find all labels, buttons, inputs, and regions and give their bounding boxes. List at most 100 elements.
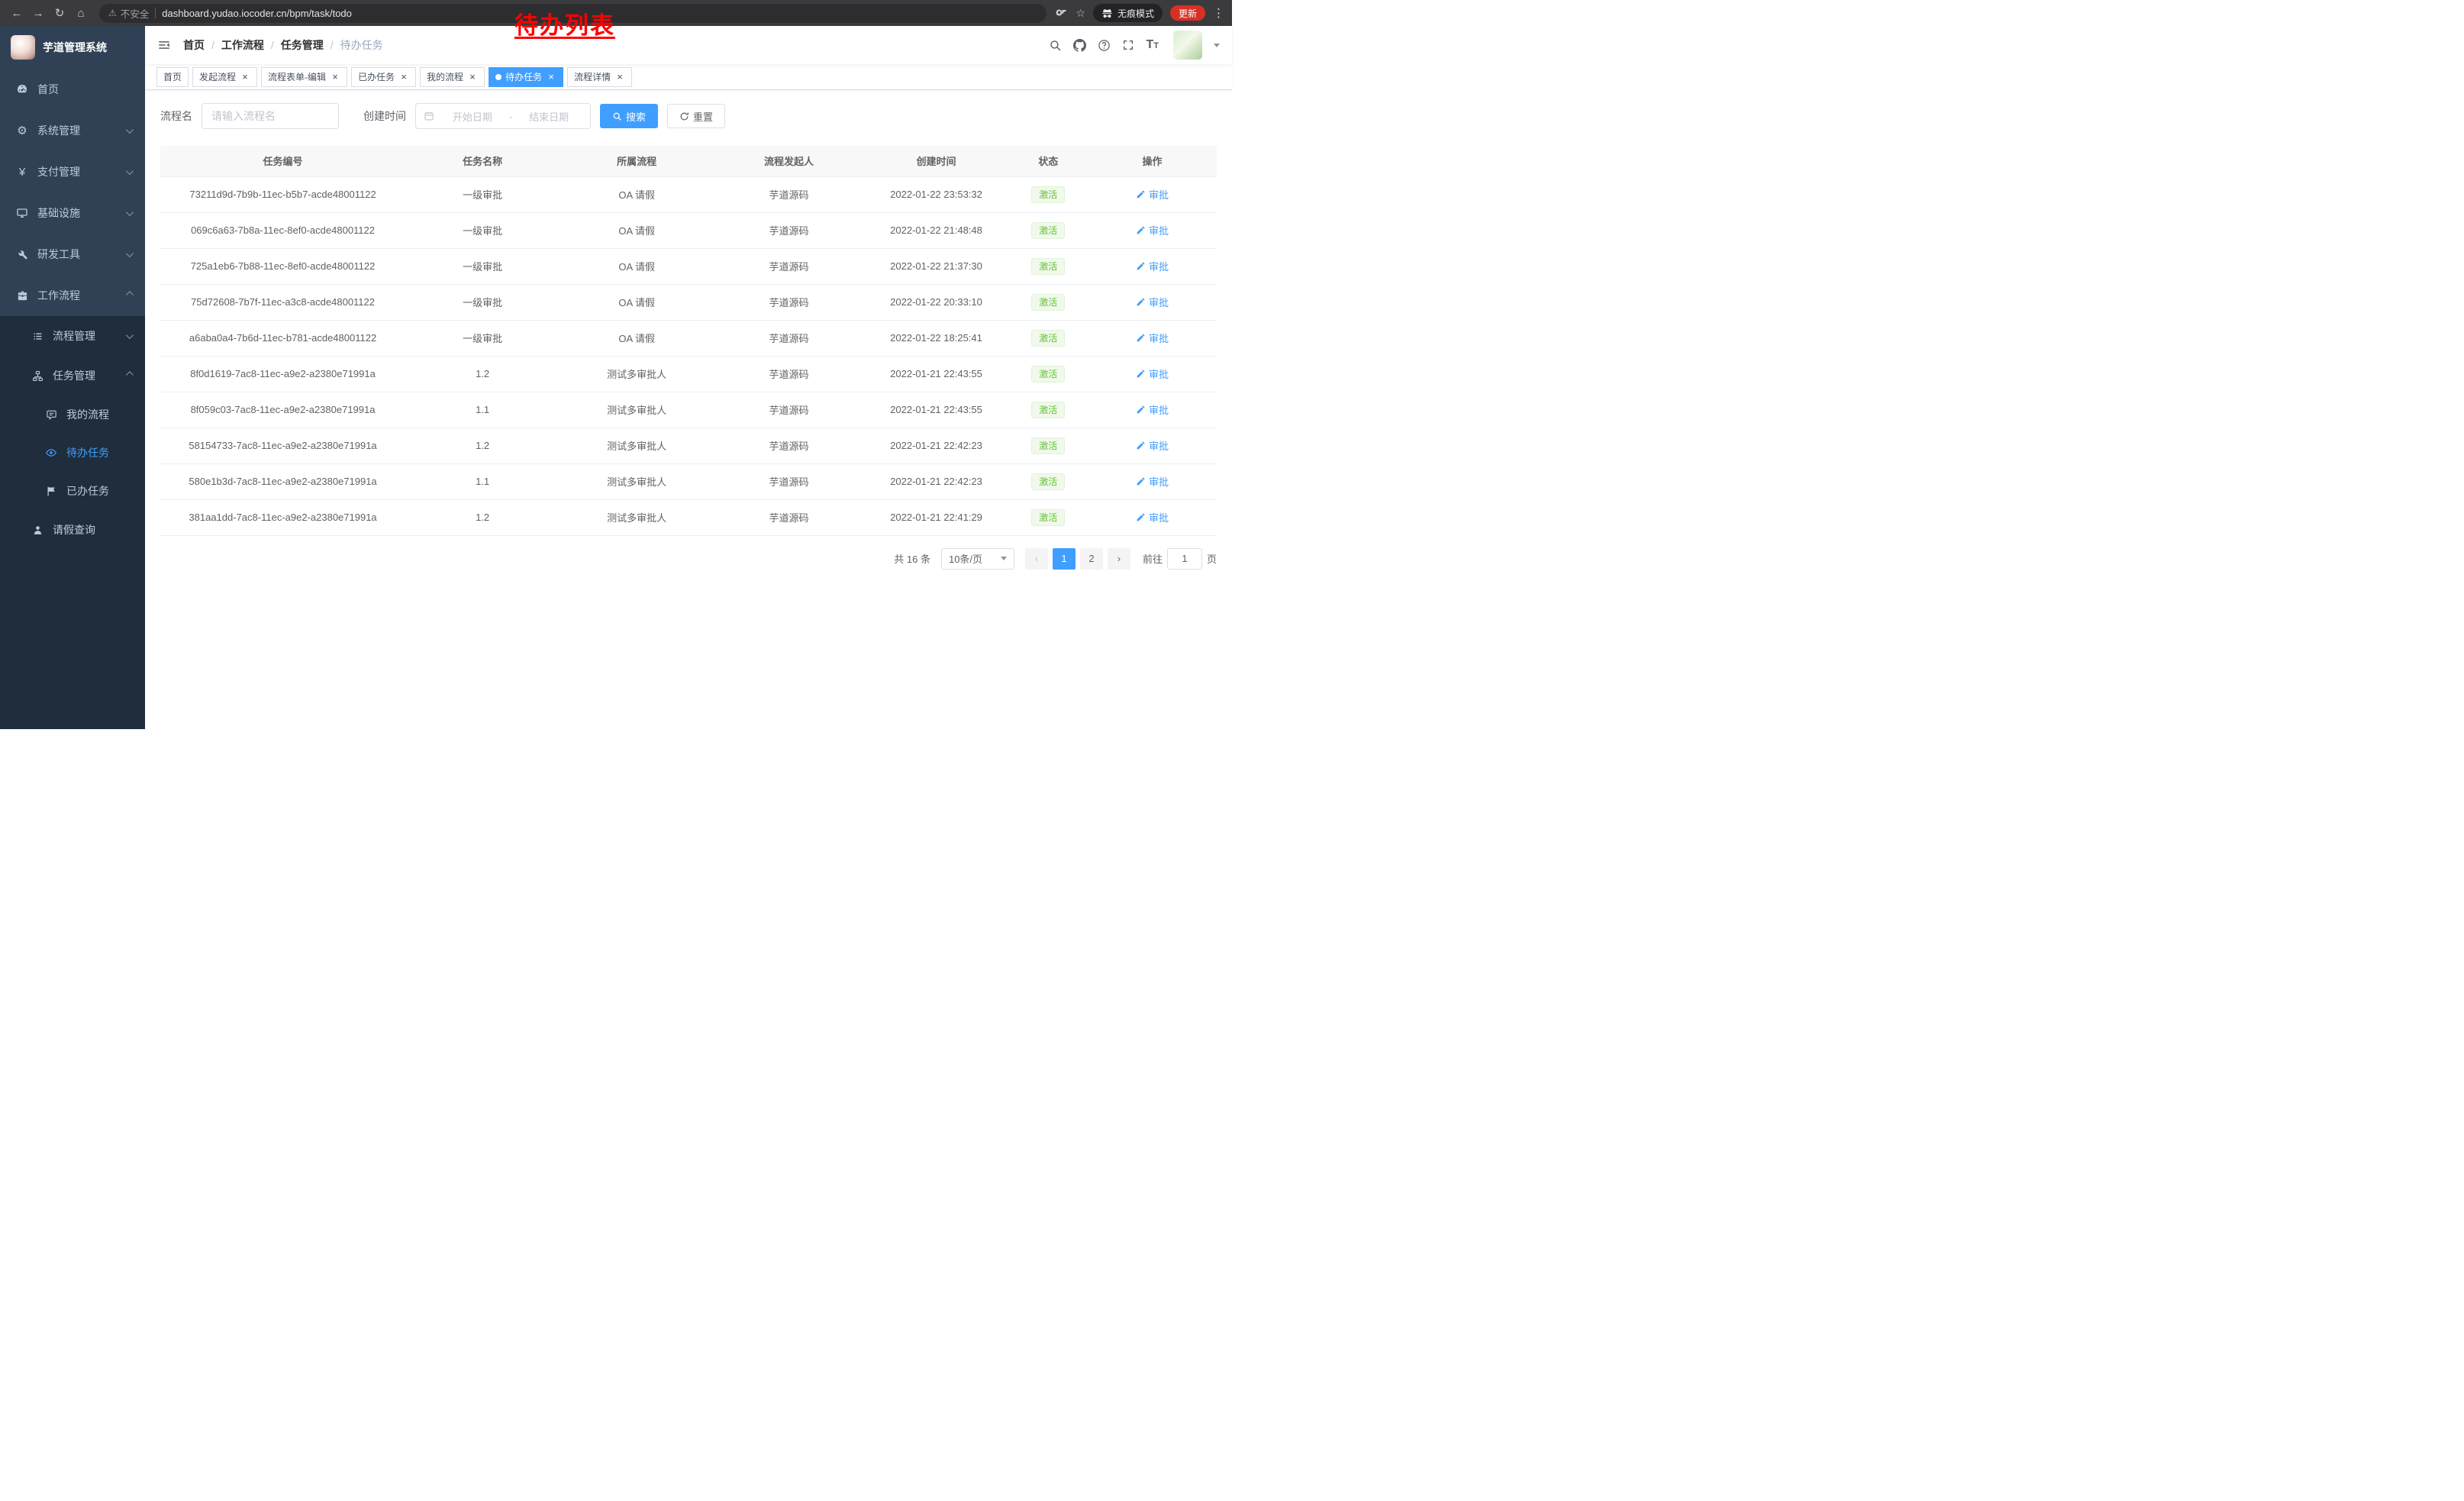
search-icon[interactable] [1049,39,1062,52]
page-size-select[interactable]: 10条/页 [941,548,1014,570]
close-icon[interactable]: × [240,72,250,82]
github-icon[interactable] [1073,39,1086,52]
tab-home[interactable]: 首页 [156,67,189,87]
forward-icon[interactable]: → [29,7,47,20]
cell-id: 580e1b3d-7ac8-11ec-a9e2-a2380e71991a [160,463,405,499]
prev-page-button[interactable]: ‹ [1025,548,1048,570]
sidebar-item-process-mgmt[interactable]: 流程管理 [0,316,145,356]
cell-action: 审批 [1088,284,1217,320]
top-navbar: 首页/工作流程/任务管理/待办任务 TT [145,26,1232,64]
column-header: 创建时间 [864,146,1009,176]
search-icon [612,111,622,121]
close-icon[interactable]: × [614,72,625,82]
goto-page-input[interactable] [1167,548,1202,570]
edit-icon [1136,297,1146,307]
approve-link[interactable]: 审批 [1136,474,1169,489]
edit-icon [1136,476,1146,486]
back-icon[interactable]: ← [8,7,26,20]
cell-created: 2022-01-21 22:43:55 [864,392,1009,428]
column-header: 任务名称 [405,146,560,176]
approve-link[interactable]: 审批 [1136,366,1169,381]
breadcrumb-item[interactable]: 工作流程 [221,37,264,53]
sidebar-item-dev-tools[interactable]: 研发工具 [0,234,145,275]
cell-created: 2022-01-21 22:43:55 [864,356,1009,392]
reset-button[interactable]: 重置 [667,104,725,128]
cell-action: 审批 [1088,320,1217,356]
home-icon[interactable]: ⌂ [72,7,90,20]
next-page-button[interactable]: › [1108,548,1130,570]
eye-icon [44,446,58,460]
approve-link[interactable]: 审批 [1136,510,1169,525]
approve-link[interactable]: 审批 [1136,259,1169,273]
close-icon[interactable]: × [546,72,556,82]
cell-process: OA 请假 [560,284,714,320]
table-row: 580e1b3d-7ac8-11ec-a9e2-a2380e71991a1.1测… [160,463,1217,499]
approve-label: 审批 [1149,295,1169,309]
sidebar-item-home[interactable]: 首页 [0,69,145,110]
cell-initiator: 芋道源码 [714,499,864,535]
user-avatar[interactable] [1173,31,1202,60]
tab-todo-tasks[interactable]: 待办任务× [489,67,563,87]
sidebar-item-my-process[interactable]: 我的流程 [0,395,145,434]
cell-name: 一级审批 [405,176,560,212]
sidebar-item-workflow[interactable]: 工作流程 [0,275,145,316]
cell-created: 2022-01-22 18:25:41 [864,320,1009,356]
cell-name: 一级审批 [405,248,560,284]
page-button-1[interactable]: 1 [1053,548,1076,570]
cell-id: 73211d9d-7b9b-11ec-b5b7-acde48001122 [160,176,405,212]
breadcrumb-item[interactable]: 首页 [183,37,205,53]
goto-label: 前往 [1143,551,1163,566]
approve-link[interactable]: 审批 [1136,331,1169,345]
collapse-sidebar-icon[interactable] [157,38,171,52]
sidebar-item-system-mgmt[interactable]: ⚙ 系统管理 [0,110,145,151]
approve-label: 审批 [1149,438,1169,453]
approve-link[interactable]: 审批 [1136,295,1169,309]
breadcrumb-separator: / [331,39,334,51]
approve-link[interactable]: 审批 [1136,438,1169,453]
cell-id: 58154733-7ac8-11ec-a9e2-a2380e71991a [160,428,405,463]
search-button[interactable]: 搜索 [600,104,658,128]
cell-id: 725a1eb6-7b88-11ec-8ef0-acde48001122 [160,248,405,284]
bookmark-star-icon[interactable]: ☆ [1076,7,1085,20]
approve-link[interactable]: 审批 [1136,187,1169,202]
page-button-2[interactable]: 2 [1080,548,1103,570]
sidebar-item-payment-mgmt[interactable]: ¥ 支付管理 [0,151,145,192]
reset-button-label: 重置 [693,109,713,124]
process-name-input[interactable] [202,103,339,129]
close-icon[interactable]: × [467,72,478,82]
sidebar-item-todo-tasks[interactable]: 待办任务 [0,434,145,472]
refresh-icon[interactable]: ↻ [50,6,69,20]
tab-my-process[interactable]: 我的流程× [420,67,485,87]
tab-process-detail[interactable]: 流程详情× [567,67,632,87]
flag-icon [44,484,58,498]
close-icon[interactable]: × [330,72,340,82]
column-header: 状态 [1008,146,1088,176]
tab-process-form-edit[interactable]: 流程表单-编辑× [261,67,347,87]
font-size-icon[interactable]: TT [1146,38,1159,52]
date-range-picker[interactable]: 开始日期 - 结束日期 [415,103,591,129]
breadcrumb-separator: / [211,39,214,51]
update-button[interactable]: 更新 [1170,5,1205,21]
table-row: 8f059c03-7ac8-11ec-a9e2-a2380e71991a1.1测… [160,392,1217,428]
table-row: 725a1eb6-7b88-11ec-8ef0-acde48001122一级审批… [160,248,1217,284]
password-key-icon[interactable] [1056,7,1068,19]
edit-icon [1136,441,1146,450]
cell-process: OA 请假 [560,248,714,284]
caret-down-icon[interactable] [1214,44,1220,47]
help-icon[interactable] [1098,39,1111,52]
monitor-icon [15,206,29,220]
sidebar-item-done-tasks[interactable]: 已办任务 [0,472,145,510]
approve-link[interactable]: 审批 [1136,402,1169,417]
cell-name: 1.1 [405,392,560,428]
tab-done-tasks[interactable]: 已办任务× [351,67,416,87]
fullscreen-icon[interactable] [1122,39,1134,51]
breadcrumb-item[interactable]: 任务管理 [281,37,324,53]
approve-link[interactable]: 审批 [1136,223,1169,237]
sidebar-item-leave-query[interactable]: 请假查询 [0,510,145,550]
app-logo[interactable]: 芋道管理系统 [0,26,145,69]
sidebar-item-infrastructure[interactable]: 基础设施 [0,192,145,234]
tab-initiate-process[interactable]: 发起流程× [192,67,257,87]
browser-menu-icon[interactable]: ⋮ [1213,6,1224,20]
sidebar-item-task-mgmt[interactable]: 任务管理 [0,356,145,395]
close-icon[interactable]: × [398,72,409,82]
